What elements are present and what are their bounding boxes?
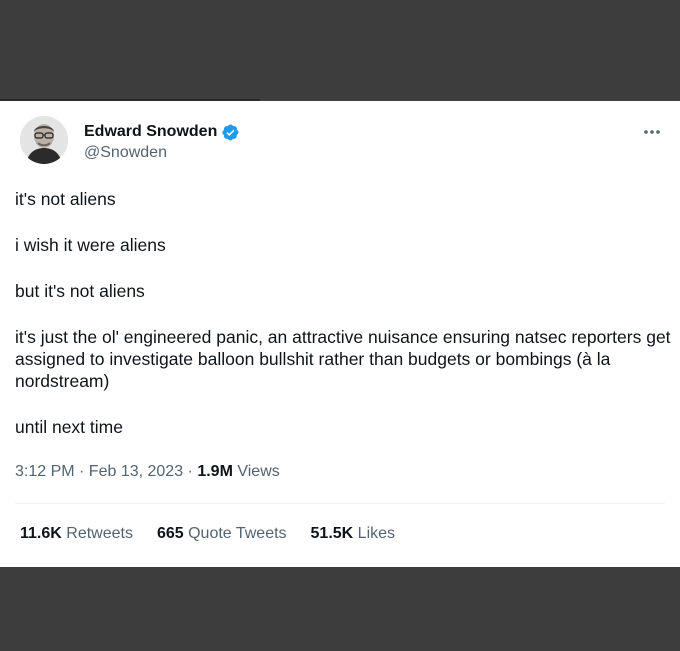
- retweets-stat[interactable]: 11.6K Retweets: [20, 525, 133, 543]
- author-name-row: Edward Snowden: [84, 121, 240, 143]
- more-options-button[interactable]: [640, 122, 664, 142]
- tweet-header: Edward Snowden @Snowden: [20, 116, 664, 172]
- tweet-card: Edward Snowden @Snowden it's not aliens: [0, 101, 680, 567]
- views-count: 1.9M: [197, 463, 233, 480]
- author-handle[interactable]: @Snowden: [84, 144, 240, 162]
- tweet-meta: 3:12 PM · Feb 13, 2023 · 1.9M Views: [15, 463, 280, 481]
- retweets-count: 11.6K: [20, 525, 62, 542]
- avatar[interactable]: [20, 116, 68, 164]
- tweet-paragraph: it's just the ol' engineered panic, an a…: [15, 327, 671, 391]
- tweet-timestamp[interactable]: 3:12 PM · Feb 13, 2023 ·: [15, 463, 197, 480]
- tweet-paragraph: i wish it were aliens: [15, 235, 166, 255]
- more-horizontal-icon: [644, 130, 660, 134]
- screenshot-frame: Edward Snowden @Snowden it's not aliens: [0, 0, 680, 651]
- divider: [15, 503, 665, 504]
- avatar-portrait-icon: [20, 116, 68, 164]
- tweet-text: it's not aliens i wish it were aliens bu…: [15, 188, 675, 462]
- views-label: Views: [232, 463, 280, 480]
- likes-count: 51.5K: [310, 525, 354, 542]
- retweets-label: Retweets: [61, 525, 133, 542]
- quotes-label: Quote Tweets: [183, 525, 287, 542]
- author-name[interactable]: Edward Snowden: [84, 123, 217, 141]
- quote-tweets-stat[interactable]: 665 Quote Tweets: [157, 525, 287, 543]
- likes-label: Likes: [353, 525, 396, 542]
- quotes-count: 665: [156, 525, 184, 542]
- author-block: Edward Snowden @Snowden: [84, 121, 240, 162]
- tweet-paragraph: it's not aliens: [15, 189, 116, 209]
- tweet-paragraph: but it's not aliens: [15, 281, 145, 301]
- tweet-stats: 11.6K Retweets 665 Quote Tweets 51.5K Li…: [20, 525, 419, 543]
- likes-stat[interactable]: 51.5K Likes: [311, 525, 396, 543]
- tweet-paragraph: until next time: [15, 417, 123, 437]
- verified-badge-icon: [222, 124, 239, 140]
